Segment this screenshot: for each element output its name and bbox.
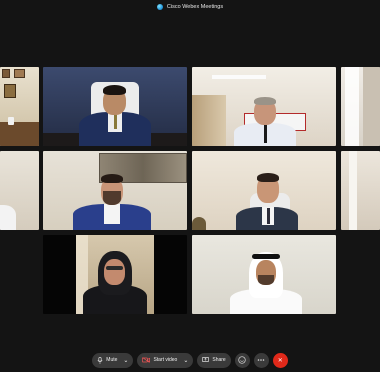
share-label: Share <box>212 357 226 363</box>
close-icon: ✕ <box>277 357 283 364</box>
window-title-bar: Cisco Webex Meetings <box>0 0 380 14</box>
leave-meeting-button[interactable]: ✕ <box>272 352 288 368</box>
video-tile-10[interactable] <box>192 235 336 314</box>
video-tile-4[interactable] <box>341 67 380 146</box>
mute-button[interactable]: Mute ⌄ <box>92 352 134 368</box>
more-dots-icon <box>257 359 265 361</box>
video-tile-3[interactable] <box>192 67 336 146</box>
video-tile-6[interactable] <box>43 151 187 230</box>
smiley-icon <box>238 356 246 364</box>
webex-logo-icon <box>156 4 163 10</box>
share-button[interactable]: Share <box>197 352 231 368</box>
meeting-control-bar: Mute ⌄ Start video ⌄ Share ✕ <box>0 348 380 372</box>
share-screen-icon <box>202 357 210 362</box>
video-camera-off-icon <box>142 357 151 363</box>
video-tile-2[interactable] <box>43 67 187 146</box>
video-tile-1[interactable] <box>0 67 39 146</box>
window-title: Cisco Webex Meetings <box>166 4 224 10</box>
chevron-down-icon[interactable]: ⌄ <box>123 357 128 364</box>
video-tile-9[interactable] <box>43 235 187 314</box>
start-video-label: Start video <box>153 357 178 363</box>
video-tile-8[interactable] <box>341 151 380 230</box>
microphone-icon <box>97 356 103 364</box>
chevron-down-icon[interactable]: ⌄ <box>183 357 188 364</box>
video-tile-5[interactable] <box>0 151 39 230</box>
mute-label: Mute <box>106 357 118 363</box>
video-tile-7[interactable] <box>192 151 336 230</box>
reactions-button[interactable] <box>234 352 250 368</box>
more-options-button[interactable] <box>253 352 269 368</box>
start-video-button[interactable]: Start video ⌄ <box>137 352 194 368</box>
